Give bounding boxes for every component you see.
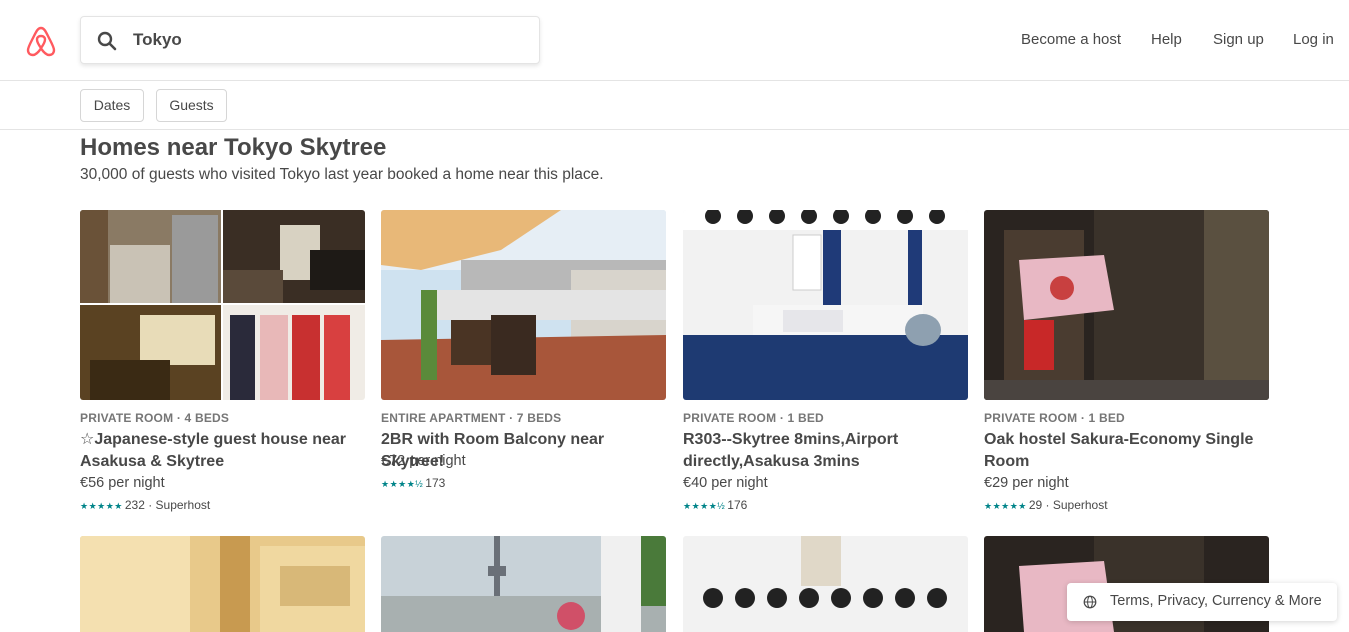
listing-price: €29 per night (984, 475, 1069, 491)
globe-icon (1083, 595, 1097, 609)
star-rating-icon: ★★★★★ (984, 501, 1027, 511)
terms-privacy-currency-button[interactable]: Terms, Privacy, Currency & More (1067, 583, 1337, 621)
help-link[interactable]: Help (1151, 31, 1182, 48)
listing-photo[interactable] (683, 536, 968, 632)
listing-card[interactable]: PRIVATE ROOM · 1 BED R303--Skytree 8mins… (683, 210, 968, 512)
listing-price: €40 per night (683, 475, 768, 491)
log-in-link[interactable]: Log in (1293, 31, 1334, 48)
become-a-host-link[interactable]: Become a host (1021, 31, 1121, 48)
listing-title[interactable]: Oak hostel Sakura-Economy Single Room (984, 429, 1274, 473)
listing-kicker: PRIVATE ROOM · 1 BED (683, 411, 824, 425)
listing-photo[interactable] (80, 210, 365, 400)
listing-card[interactable]: PRIVATE ROOM · 1 BED Oak hostel Sakura-E… (984, 210, 1269, 512)
star-rating-icon: ★★★★½ (683, 501, 726, 511)
listing-kicker: PRIVATE ROOM · 4 BEDS (80, 411, 230, 425)
listing-photo[interactable] (381, 210, 666, 400)
listing-photo[interactable] (381, 536, 666, 632)
sign-up-link[interactable]: Sign up (1213, 31, 1264, 48)
rating-count: 176 (727, 498, 748, 512)
listing-card[interactable]: ENTIRE APARTMENT · 7 BEDS 2BR with Room … (381, 210, 666, 490)
guests-filter-button[interactable]: Guests (156, 89, 227, 122)
listing-title[interactable]: R303--Skytree 8mins,Airport directly,Asa… (683, 429, 973, 473)
section-subtitle: 30,000 of guests who visited Tokyo last … (80, 166, 604, 183)
listing-price: €56 per night (80, 475, 165, 491)
listing-rating: ★★★★½ 173 (381, 476, 445, 490)
star-rating-icon: ★★★★★ (80, 501, 123, 511)
listing-kicker: PRIVATE ROOM · 1 BED (984, 411, 1125, 425)
listing-photo[interactable] (80, 536, 365, 632)
rating-count: 173 (425, 476, 446, 490)
star-rating-icon: ★★★★½ (381, 479, 424, 489)
search-box[interactable]: Tokyo (80, 16, 540, 64)
header: Tokyo Become a host Help Sign up Log in (0, 0, 1349, 81)
search-icon (97, 31, 117, 51)
listing-rating: ★★★★★ 232 · Superhost (80, 498, 210, 512)
dates-filter-button[interactable]: Dates (80, 89, 144, 122)
listing-photo[interactable] (683, 210, 968, 400)
listing-price: €72 per night (381, 453, 466, 469)
airbnb-logo-icon[interactable] (24, 24, 58, 58)
rating-count: 232 · Superhost (124, 498, 211, 512)
listing-rating: ★★★★½ 176 (683, 498, 747, 512)
listing-rating: ★★★★★ 29 · Superhost (984, 498, 1108, 512)
listing-card[interactable]: PRIVATE ROOM · 4 BEDS ☆Japanese-style gu… (80, 210, 365, 512)
section-title: Homes near Tokyo Skytree (80, 134, 387, 161)
search-input[interactable]: Tokyo (133, 30, 182, 50)
listing-title[interactable]: ☆Japanese-style guest house near Asakusa… (80, 429, 370, 473)
rating-count: 29 · Superhost (1028, 498, 1108, 512)
filter-bar: Dates Guests (0, 81, 1349, 130)
listing-kicker: ENTIRE APARTMENT · 7 BEDS (381, 411, 562, 425)
footer-label: Terms, Privacy, Currency & More (1110, 593, 1322, 609)
listing-photo[interactable] (984, 210, 1269, 400)
